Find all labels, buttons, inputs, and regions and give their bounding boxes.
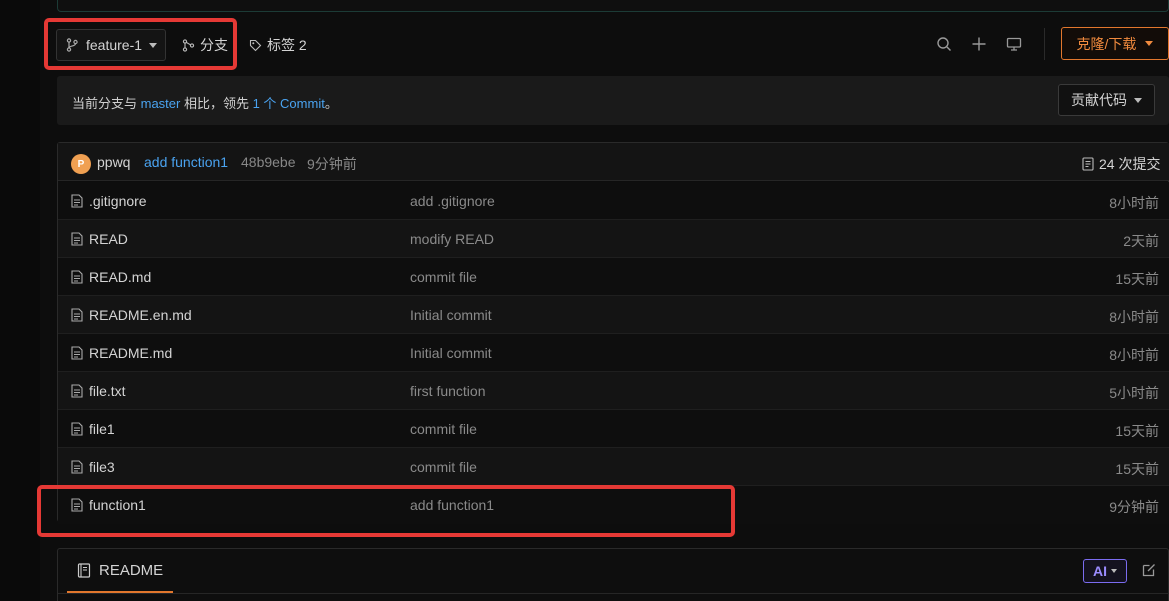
file-row[interactable]: README.en.md Initial commit 8小时前 xyxy=(58,296,1169,334)
file-name[interactable]: README.en.md xyxy=(89,307,192,323)
tag-icon xyxy=(249,39,262,51)
top-panel-edge xyxy=(57,0,1169,12)
commit-time: 9分钟前 xyxy=(307,156,357,172)
add-button[interactable] xyxy=(969,34,989,54)
file-commit-message[interactable]: Initial commit xyxy=(410,307,492,323)
readme-tab-label: README xyxy=(99,561,164,579)
file-row[interactable]: READ.md commit file 15天前 xyxy=(58,258,1169,296)
chevron-down-icon xyxy=(1134,97,1142,103)
branch-select[interactable]: feature-1 xyxy=(56,29,166,61)
file-time: 15天前 xyxy=(1115,271,1159,287)
compare-text: 当前分支与 master 相比，领先 1 个 Commit。 xyxy=(72,93,338,112)
file-icon xyxy=(71,308,83,322)
file-commit-message[interactable]: Initial commit xyxy=(410,345,492,361)
toolbar-divider xyxy=(1044,28,1045,60)
file-icon xyxy=(71,346,83,360)
chevron-down-icon xyxy=(149,42,158,48)
search-button[interactable] xyxy=(934,34,954,54)
branch-compare-bar: 当前分支与 master 相比，领先 1 个 Commit。 贡献代码 xyxy=(57,76,1169,125)
ai-button[interactable]: AI xyxy=(1083,559,1127,583)
base-branch-link[interactable]: master xyxy=(141,96,181,111)
file-name[interactable]: file3 xyxy=(89,459,115,475)
chevron-down-icon xyxy=(1145,41,1154,46)
file-row[interactable]: README.md Initial commit 8小时前 xyxy=(58,334,1169,372)
file-commit-message[interactable]: commit file xyxy=(410,459,477,475)
branch-name: feature-1 xyxy=(86,37,143,53)
file-time: 8小时前 xyxy=(1109,195,1159,211)
file-name[interactable]: file.txt xyxy=(89,383,126,399)
latest-commit-bar: P ppwq add function1 48b9ebe 9分钟前 24 次提交 xyxy=(58,143,1169,181)
commit-count-label: 24 次提交 xyxy=(1099,156,1161,172)
file-icon xyxy=(71,194,83,208)
file-row[interactable]: file1 commit file 15天前 xyxy=(58,410,1169,448)
file-commit-message[interactable]: first function xyxy=(410,383,485,399)
branch-icon xyxy=(66,38,78,52)
file-name[interactable]: READ.md xyxy=(89,269,151,285)
tags-label: 标签 2 xyxy=(267,37,307,53)
file-row[interactable]: function1 add function1 9分钟前 xyxy=(58,486,1169,524)
readme-panel: README AI xyxy=(57,548,1169,601)
file-icon xyxy=(71,270,83,284)
avatar[interactable]: P xyxy=(71,154,91,174)
clone-download-button[interactable]: 克隆/下载 xyxy=(1061,27,1169,60)
chevron-down-icon xyxy=(1111,569,1117,573)
file-commit-message[interactable]: modify READ xyxy=(410,231,494,247)
left-gutter xyxy=(0,0,40,601)
file-name[interactable]: READ xyxy=(89,231,128,247)
file-name[interactable]: .gitignore xyxy=(89,193,147,209)
commit-hash[interactable]: 48b9ebe xyxy=(241,154,296,170)
file-time: 8小时前 xyxy=(1109,309,1159,325)
commits-icon xyxy=(1082,157,1094,171)
file-icon xyxy=(71,422,83,436)
file-row[interactable]: file3 commit file 15天前 xyxy=(58,448,1169,486)
contribute-label: 贡献代码 xyxy=(1071,92,1127,108)
file-name[interactable]: README.md xyxy=(89,345,172,361)
readme-tab[interactable]: README xyxy=(67,549,174,593)
compare-prefix: 当前分支与 xyxy=(72,96,141,111)
ai-label: AI xyxy=(1093,563,1107,579)
repo-toolbar: feature-1 分支 标签 2 克隆/下载 xyxy=(40,22,1169,66)
clone-label: 克隆/下载 xyxy=(1076,35,1137,52)
search-icon xyxy=(937,37,951,51)
ahead-commits-link[interactable]: 1 个 Commit xyxy=(253,96,325,111)
edit-icon[interactable] xyxy=(1141,562,1157,578)
file-time: 5小时前 xyxy=(1109,385,1159,401)
file-icon xyxy=(71,232,83,246)
file-icon xyxy=(71,460,83,474)
file-time: 15天前 xyxy=(1115,423,1159,439)
file-row[interactable]: READ modify READ 2天前 xyxy=(58,220,1169,258)
file-commit-message[interactable]: add function1 xyxy=(410,497,494,513)
compare-suffix: 。 xyxy=(324,96,338,111)
file-row[interactable]: .gitignore add .gitignore 8小时前 xyxy=(58,182,1169,220)
file-table: P ppwq add function1 48b9ebe 9分钟前 24 次提交… xyxy=(57,142,1169,524)
file-list: .gitignore add .gitignore 8小时前 READ modify R… xyxy=(58,182,1169,524)
file-row[interactable]: file.txt first function 5小时前 xyxy=(58,372,1169,410)
contribute-button[interactable]: 贡献代码 xyxy=(1058,84,1155,116)
file-time: 15天前 xyxy=(1115,461,1159,477)
file-commit-message[interactable]: commit file xyxy=(410,269,477,285)
file-name[interactable]: file1 xyxy=(89,421,115,437)
branches-link[interactable]: 分支 xyxy=(182,35,228,55)
file-icon xyxy=(71,498,83,512)
book-icon xyxy=(77,562,91,578)
branches-icon xyxy=(182,38,195,52)
commit-count-link[interactable]: 24 次提交 xyxy=(1082,154,1160,174)
file-time: 8小时前 xyxy=(1109,347,1159,363)
file-time: 9分钟前 xyxy=(1109,499,1159,515)
file-time: 2天前 xyxy=(1123,233,1159,249)
file-name[interactable]: function1 xyxy=(89,497,146,513)
file-icon xyxy=(71,384,83,398)
readme-divider xyxy=(58,593,1169,594)
plus-icon xyxy=(972,37,986,51)
web-ide-button[interactable] xyxy=(1004,34,1024,54)
commit-author[interactable]: ppwq xyxy=(97,154,130,170)
file-commit-message[interactable]: add .gitignore xyxy=(410,193,495,209)
tags-link[interactable]: 标签 2 xyxy=(249,35,307,55)
branches-label: 分支 xyxy=(200,37,228,53)
monitor-icon xyxy=(1006,37,1022,51)
file-commit-message[interactable]: commit file xyxy=(410,421,477,437)
compare-middle: 相比，领先 xyxy=(180,96,253,111)
commit-message[interactable]: add function1 xyxy=(144,154,228,170)
